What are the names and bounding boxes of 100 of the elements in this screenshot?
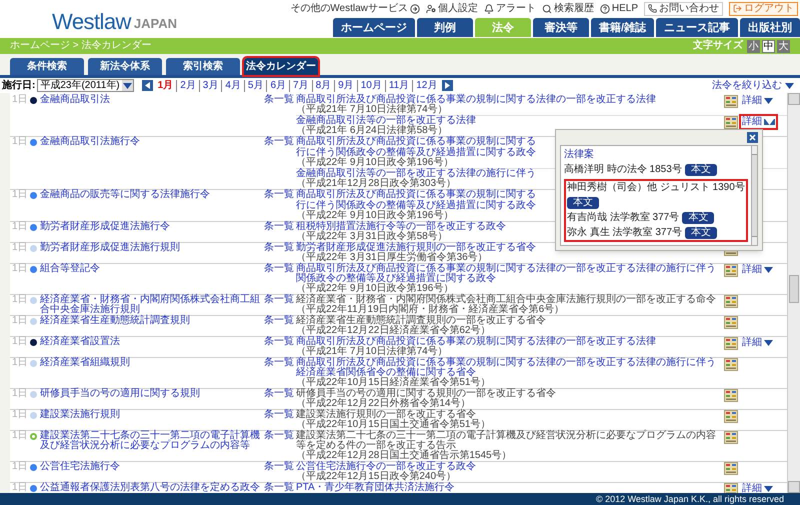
utility-link[interactable]: 個人設定 bbox=[426, 2, 478, 14]
month-link[interactable]: 7月 bbox=[289, 80, 312, 92]
month-link[interactable]: 4月 bbox=[221, 80, 244, 92]
law-link[interactable]: 研修員手当の号の適用に関する規則 bbox=[40, 388, 264, 400]
caret-icon bbox=[785, 82, 794, 88]
article-list-link[interactable]: 条一覧 bbox=[264, 482, 294, 493]
month-link[interactable]: 3月 bbox=[198, 80, 222, 92]
law-link[interactable]: 金融商品の販売等に関する法律施行令 bbox=[40, 189, 264, 201]
law-link[interactable]: 組合等登記令 bbox=[40, 263, 264, 275]
document-grid-icon[interactable] bbox=[724, 358, 738, 371]
law-link[interactable]: 金融商品取引法 bbox=[40, 94, 264, 106]
amendment-link[interactable]: PTA・青少年教育団体共済法施行令 bbox=[296, 482, 721, 493]
utility-link[interactable]: その他のWestlawサービス bbox=[290, 2, 420, 14]
month-link[interactable]: 2月 bbox=[176, 80, 199, 92]
month-link[interactable]: 12月 bbox=[412, 80, 440, 92]
next-month-button[interactable] bbox=[442, 80, 454, 91]
article-list-link[interactable]: 条一覧 bbox=[264, 430, 294, 441]
font-size-label: 文字サイズ bbox=[693, 40, 743, 52]
detail-button[interactable]: 詳細 bbox=[741, 264, 774, 276]
main-tab[interactable]: 判例 bbox=[416, 18, 473, 37]
document-grid-icon[interactable] bbox=[724, 295, 738, 308]
month-link[interactable]: 5月 bbox=[244, 80, 266, 92]
article-list-link[interactable]: 条一覧 bbox=[264, 388, 294, 399]
main-tab[interactable]: 審決等 bbox=[532, 18, 589, 37]
article-list-link[interactable]: 条一覧 bbox=[264, 136, 294, 147]
law-link[interactable]: 勤労者財産形成促進法施行規則 bbox=[40, 242, 264, 254]
font-size-option[interactable]: 中 bbox=[762, 40, 775, 52]
article-list-link[interactable]: 条一覧 bbox=[264, 461, 294, 472]
month-link[interactable]: 1月 bbox=[154, 80, 176, 92]
article-list-link[interactable]: 条一覧 bbox=[264, 221, 294, 232]
detail-button[interactable]: 詳細 bbox=[741, 337, 774, 349]
article-list-link[interactable]: 条一覧 bbox=[264, 294, 294, 305]
article-list-link[interactable]: 条一覧 bbox=[264, 94, 294, 105]
month-link[interactable]: 10月 bbox=[356, 80, 385, 92]
logo-wordmark[interactable]: Westlaw bbox=[52, 10, 131, 34]
article-list-link[interactable]: 条一覧 bbox=[264, 357, 294, 368]
close-button[interactable] bbox=[747, 132, 758, 143]
law-link[interactable]: 建設業法第二十七条の三十一第二項の電子計算機及び経営状況分析に必要なプログラムの内容等 bbox=[40, 430, 264, 452]
font-size-option[interactable]: 小 bbox=[747, 40, 760, 52]
article-list-link[interactable]: 条一覧 bbox=[264, 263, 294, 274]
detail-button[interactable]: 詳細 bbox=[741, 116, 776, 128]
law-link[interactable]: 経済産業省設置法 bbox=[40, 336, 264, 348]
main-tab[interactable]: 書籍/雑誌 bbox=[590, 18, 654, 37]
utility-link[interactable]: 検索履歴 bbox=[542, 2, 594, 14]
utility-link[interactable]: アラート bbox=[484, 2, 536, 14]
contact-link[interactable]: お問い合わせ bbox=[644, 2, 723, 16]
popup-scrollbar[interactable] bbox=[750, 146, 757, 245]
font-size-option[interactable]: 大 bbox=[777, 40, 790, 52]
law-link[interactable]: 経済産業省組織規則 bbox=[40, 357, 264, 369]
citation: （平成21年12月28日政令第303号） bbox=[296, 178, 456, 189]
sub-tab[interactable]: 法令カレンダー bbox=[244, 58, 318, 75]
citation: （平成22年12月15日政令第240号） bbox=[296, 471, 456, 482]
detail-button[interactable]: 詳細 bbox=[741, 95, 774, 107]
main-tab[interactable]: 出版社別 bbox=[740, 18, 800, 37]
reference-text: 高橋洋明 時の法令 1853号 bbox=[564, 164, 682, 176]
utility-link[interactable]: HELP bbox=[600, 2, 638, 14]
document-grid-icon[interactable] bbox=[724, 431, 738, 444]
law-link[interactable]: 勤労者財産形成促進法施行令 bbox=[40, 221, 264, 233]
law-link[interactable]: 経済産業省・財務省・内閣府関係株式会社商工組合中央金庫法施行規則 bbox=[40, 294, 264, 316]
document-grid-icon[interactable] bbox=[724, 264, 738, 277]
narrow-laws-link[interactable]: 法令を絞り込む bbox=[712, 80, 798, 92]
citation: （平成21年 7月10日法律第74号） bbox=[296, 104, 448, 115]
article-list-link[interactable]: 条一覧 bbox=[264, 336, 294, 347]
article-list-link[interactable]: 条一覧 bbox=[264, 315, 294, 326]
article-list-link[interactable]: 条一覧 bbox=[264, 409, 294, 420]
law-link[interactable]: 金融商品取引法施行令 bbox=[40, 136, 264, 148]
citation: （平成22年 9月10日政令第196号） bbox=[296, 210, 454, 221]
sub-tab[interactable]: 索引検索 bbox=[166, 58, 240, 75]
full-text-button[interactable]: 本文 bbox=[685, 227, 718, 239]
detail-button[interactable]: 詳細 bbox=[741, 483, 774, 493]
popup-heading: 法律案 bbox=[564, 149, 595, 161]
scrollbar[interactable] bbox=[787, 93, 800, 493]
month-link[interactable]: 6月 bbox=[266, 80, 290, 92]
month-link[interactable]: 8月 bbox=[312, 80, 334, 92]
law-link[interactable]: 公営住宅法施行令 bbox=[40, 461, 264, 473]
month-link[interactable]: 9月 bbox=[334, 80, 357, 92]
law-link[interactable]: 公益通報者保護法別表第八号の法律を定める政令 bbox=[40, 482, 264, 493]
main-tab[interactable]: ニュース記事 bbox=[656, 18, 738, 37]
law-link[interactable]: 経済産業省生産動態統計調査規則 bbox=[40, 315, 264, 327]
document-grid-icon[interactable] bbox=[724, 337, 738, 350]
sub-tab[interactable]: 条件検索 bbox=[10, 58, 84, 75]
article-list-link[interactable]: 条一覧 bbox=[264, 189, 294, 200]
full-text-button[interactable]: 本文 bbox=[567, 197, 599, 209]
document-grid-icon[interactable] bbox=[724, 116, 738, 129]
law-link[interactable]: 建設業法施行規則 bbox=[40, 409, 264, 421]
month-link[interactable]: 11月 bbox=[384, 80, 412, 92]
year-select[interactable]: 平成23年(2011年) bbox=[37, 79, 134, 92]
document-grid-icon[interactable] bbox=[724, 95, 738, 108]
main-tab[interactable]: ホームページ bbox=[332, 18, 415, 37]
document-grid-icon[interactable] bbox=[724, 483, 738, 493]
previous-month-button[interactable] bbox=[142, 80, 153, 91]
breadcrumb: ホームページ > 法令カレンダー bbox=[10, 40, 152, 52]
document-grid-icon[interactable] bbox=[724, 462, 738, 475]
full-text-button[interactable]: 本文 bbox=[682, 212, 714, 224]
document-grid-icon[interactable] bbox=[724, 389, 738, 402]
document-grid-icon[interactable] bbox=[724, 316, 738, 329]
document-grid-icon[interactable] bbox=[724, 410, 738, 423]
sub-tab[interactable]: 新法令体系 bbox=[88, 58, 162, 75]
full-text-button[interactable]: 本文 bbox=[684, 164, 717, 176]
article-list-link[interactable]: 条一覧 bbox=[264, 242, 294, 253]
